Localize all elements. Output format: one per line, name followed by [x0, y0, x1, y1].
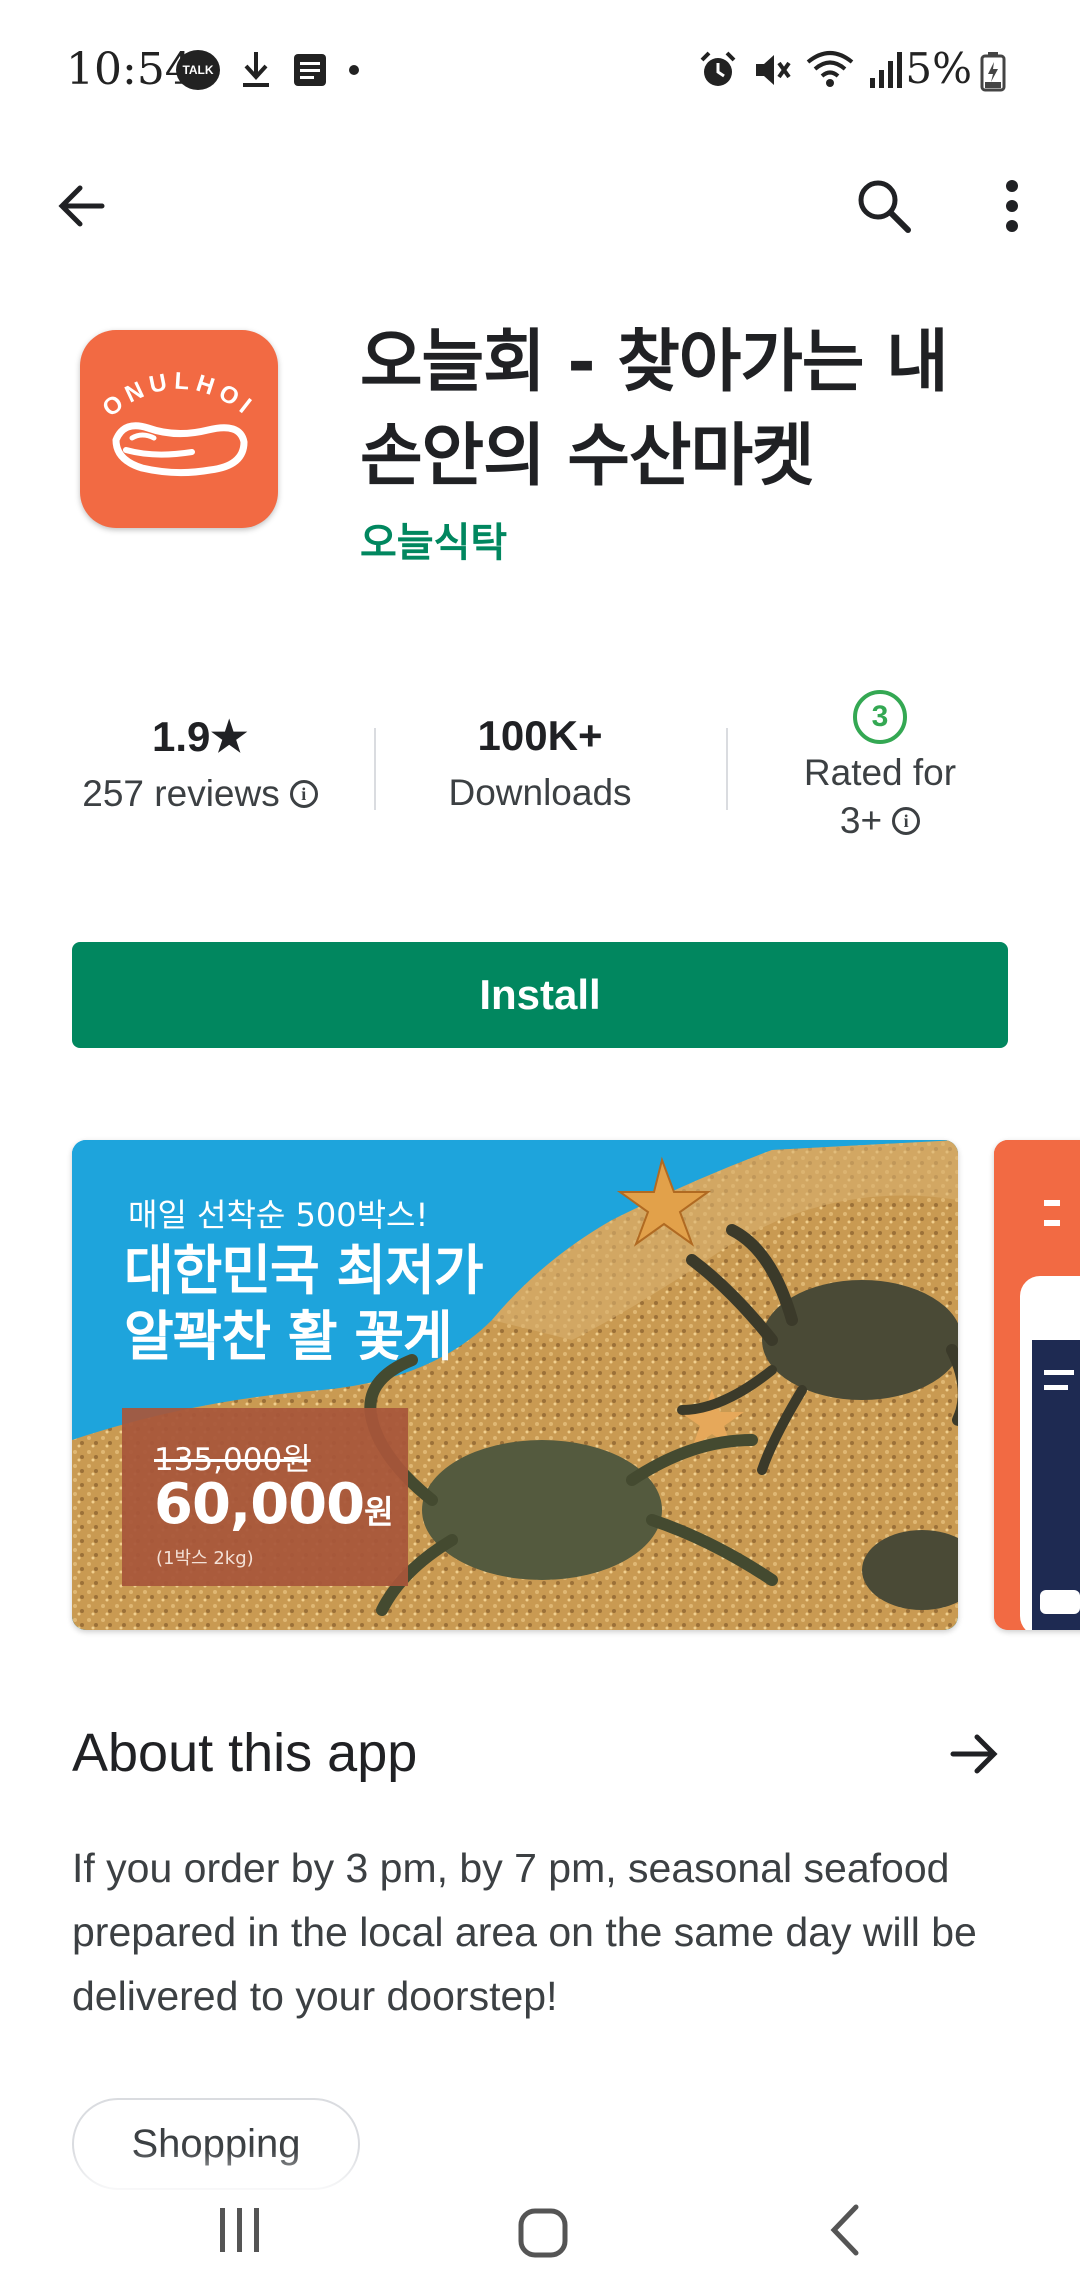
svg-text:ONULHOI: ONULHOI [98, 368, 261, 423]
sale-price-unit: 원 [364, 1493, 393, 1531]
chevron-left-icon [830, 2204, 859, 2256]
onulhoi-logo: ONULHOI [98, 368, 261, 477]
download-icon [243, 52, 269, 87]
mute-icon [756, 55, 791, 85]
downloads-stat: 100K+ Downloads [380, 690, 700, 814]
about-description: If you order by 3 pm, by 7 pm, seasonal … [72, 1845, 977, 2019]
downloads-value: 100K+ [477, 712, 603, 759]
arrow-forward-icon [950, 1734, 998, 1774]
about-title[interactable]: About this app [72, 1722, 417, 1784]
nav-back-button[interactable] [816, 2200, 876, 2260]
home-button[interactable] [510, 2200, 576, 2266]
screenshot-1[interactable]: 매일 선착순 500박스! 대한민국 최저가 알꽉찬 활 꽃게 135,000원… [72, 1140, 958, 1630]
screenshot-headline: 대한민국 최저가 알꽉찬 활 꽃게 [124, 1238, 484, 1370]
battery-percent: 5% [905, 44, 972, 93]
top-toolbar [0, 150, 1080, 260]
app-title: 오늘회 - 찾아가는 내 손안의 수산마켓 [360, 323, 949, 496]
system-nav-bar [0, 2150, 1080, 2280]
content-rating-line1: Rated for [803, 752, 957, 793]
about-more-button[interactable] [942, 1722, 1006, 1786]
back-button[interactable] [46, 170, 118, 242]
app-screen-preview [994, 1140, 1080, 1630]
content-rating-badge: 3 [853, 690, 907, 744]
content-rating-stat[interactable]: 3 Rated for 3+ i [720, 690, 1040, 842]
search-icon [858, 180, 911, 233]
content-rating-line2-row: 3+ i [720, 800, 1040, 842]
wifi-icon [806, 51, 854, 87]
content-rating-line2: 3+ [839, 800, 883, 841]
app-stats: 1.9★ 257 reviews i 100K+ Downloads 3 Rat… [40, 690, 1040, 870]
downloads-label: Downloads [448, 772, 632, 813]
play-store-app-page: 10:54 TALK 5% ONULHOI 오늘회 - 찾아가는 내 손안의 수… [0, 0, 1080, 2280]
rating-value: 1.9★ [151, 713, 249, 760]
status-bar: 10:54 TALK 5% [0, 0, 1080, 150]
status-left-icons: TALK [176, 50, 360, 90]
info-icon: i [289, 780, 318, 808]
arrow-back-icon [58, 185, 105, 227]
developer-link[interactable]: 오늘식탁 [360, 510, 507, 568]
rating-stat[interactable]: 1.9★ 257 reviews i [40, 690, 360, 815]
reviews-label: 257 reviews [82, 773, 280, 814]
status-right-icons [698, 50, 902, 90]
screenshot-subtitle: 매일 선착순 500박스! [128, 1196, 429, 1234]
signal-icon [870, 52, 902, 88]
headline-line-1: 대한민국 최저가 [124, 1239, 484, 1302]
price-box: 135,000원 60,000원 (1박스 2kg) [122, 1408, 408, 1586]
sale-price-value: 60,000 [154, 1472, 365, 1537]
search-button[interactable] [848, 170, 920, 242]
home-icon [518, 2208, 568, 2258]
more-vert-icon [1006, 180, 1018, 232]
status-time: 10:54 [66, 44, 193, 95]
dot-icon [349, 65, 359, 75]
install-button[interactable]: Install [72, 942, 1008, 1048]
info-icon: i [892, 807, 921, 835]
talk-icon: TALK [176, 50, 220, 90]
alarm-icon [700, 51, 736, 86]
screenshot-2[interactable] [994, 1140, 1080, 1630]
news-icon [294, 54, 326, 86]
stat-divider [374, 728, 376, 810]
recent-apps-icon [220, 2208, 259, 2252]
more-options-button[interactable] [982, 170, 1042, 242]
sale-price: 60,000원 [154, 1472, 394, 1537]
recent-apps-button[interactable] [210, 2200, 270, 2260]
reviews-label-row: 257 reviews i [40, 773, 360, 815]
battery-icon [980, 52, 1006, 92]
headline-line-2: 알꽉찬 활 꽃게 [124, 1305, 453, 1368]
app-icon: ONULHOI [80, 330, 278, 528]
price-note: (1박스 2kg) [156, 1548, 254, 1569]
